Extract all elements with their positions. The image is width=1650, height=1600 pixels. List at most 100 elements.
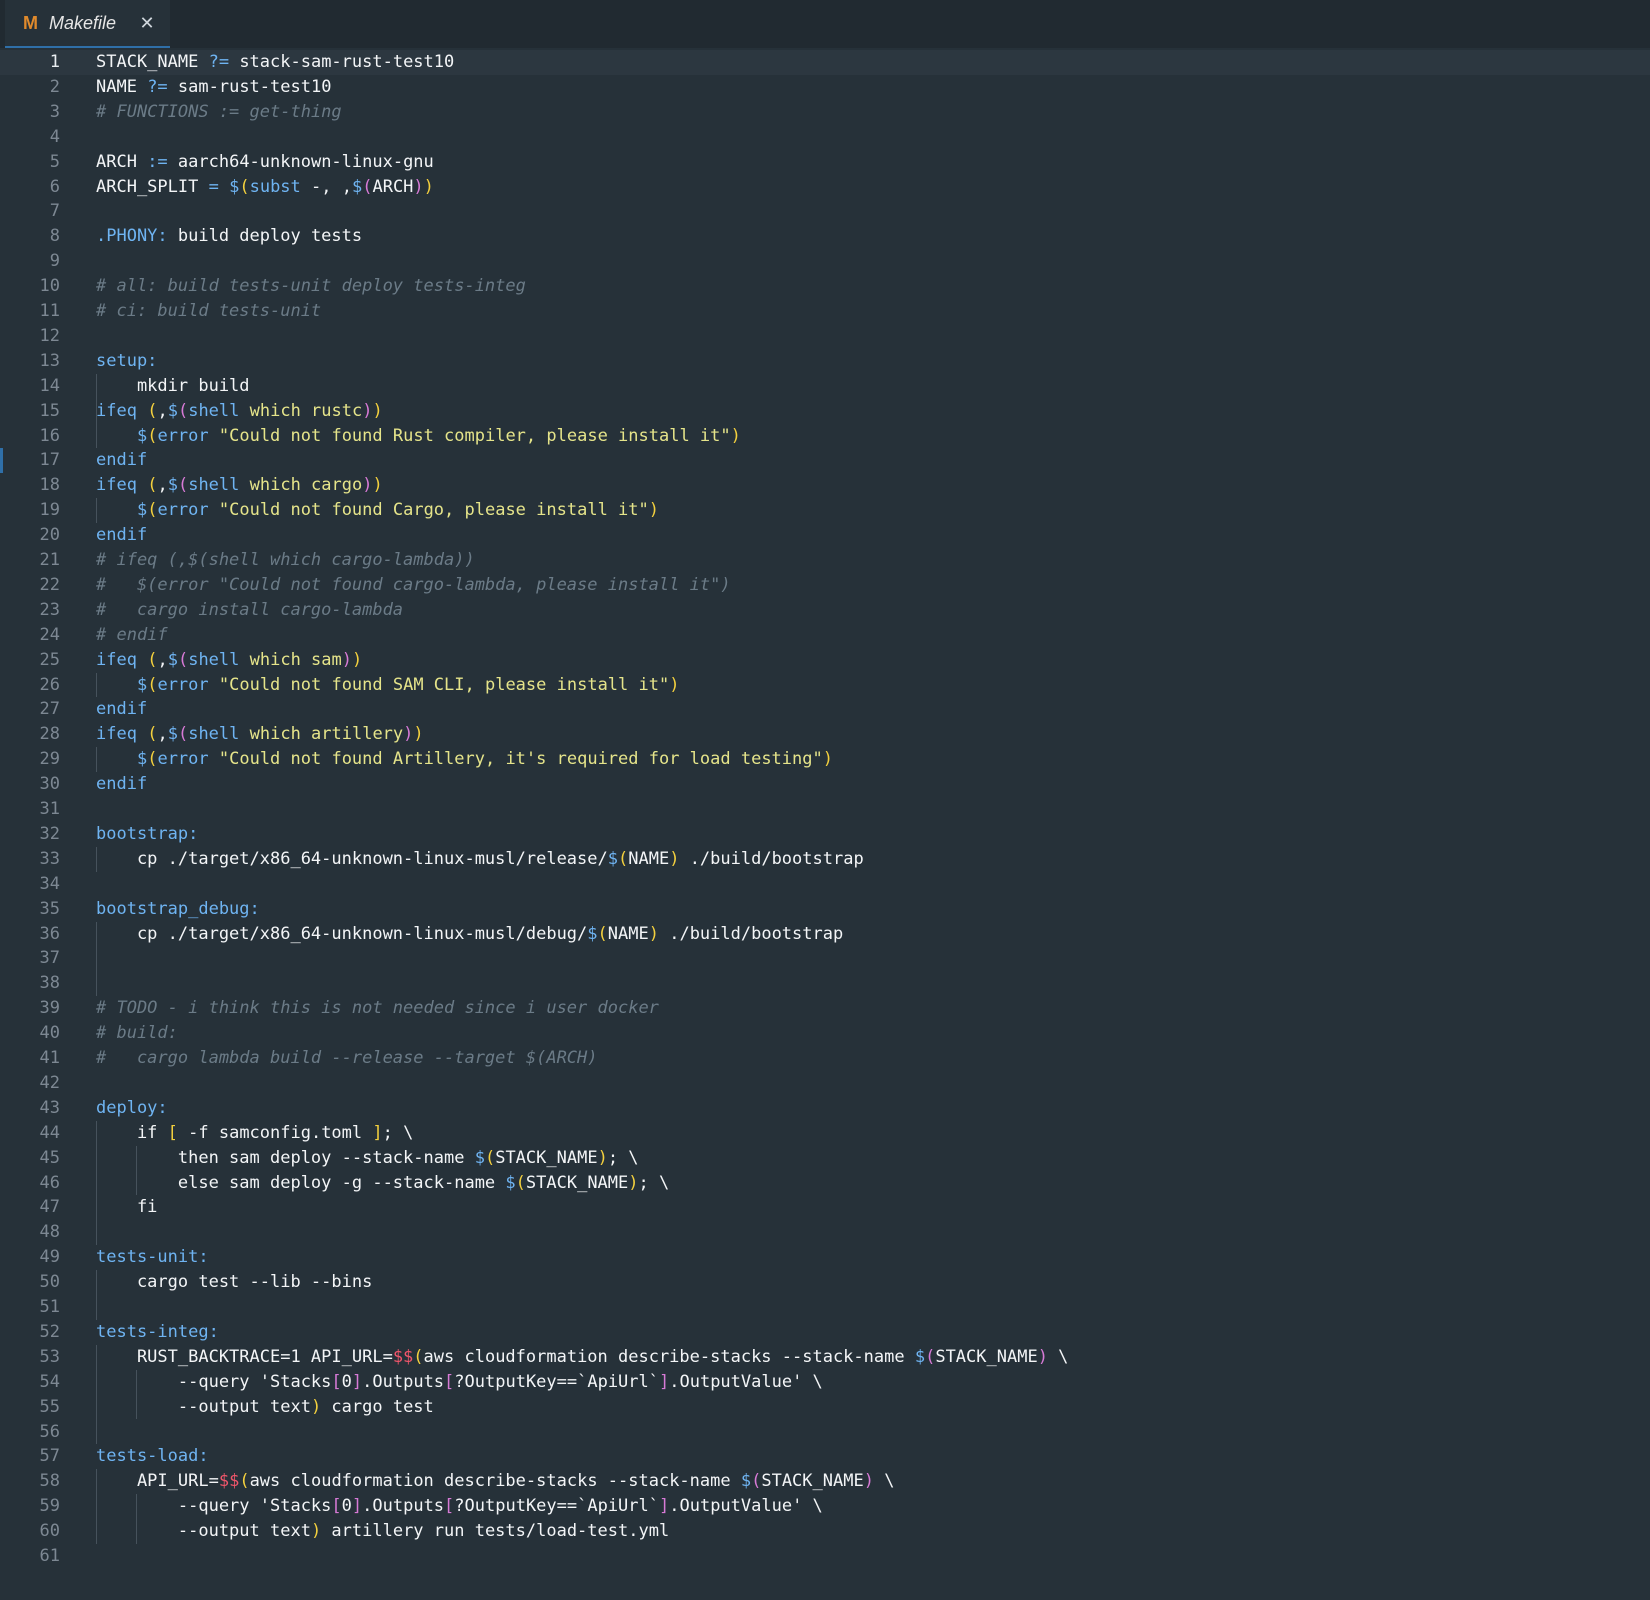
code-text: bootstrap: [96,823,199,844]
code-line[interactable]: 9 [0,249,1650,274]
code-line[interactable]: 27 endif [0,697,1650,722]
code-line[interactable]: 4 [0,125,1650,150]
line-number: 13 [39,350,60,371]
code-line[interactable]: 21 # ifeq (,$(shell which cargo-lambda)) [0,548,1650,573]
code-text: API_URL=$$(aws cloudformation describe-s… [96,1471,895,1492]
code-text: # all: build tests-unit deploy tests-int… [96,276,526,297]
code-line[interactable]: 5 ARCH := aarch64-unknown-linux-gnu [0,150,1650,175]
code-text: # TODO - i think this is not needed sinc… [96,998,659,1019]
code-line[interactable]: 18 ifeq (,$(shell which cargo)) [0,473,1650,498]
code-line[interactable]: 33 cp ./target/x86_64-unknown-linux-musl… [0,847,1650,872]
code-line[interactable]: 7 [0,199,1650,224]
code-line[interactable]: 60 --output text) artillery run tests/lo… [0,1519,1650,1544]
line-number: 12 [39,325,60,346]
code-text: STACK_NAME ?= stack-sam-rust-test10 [96,52,455,72]
line-number: 32 [39,823,60,844]
code-text: cargo test --lib --bins [96,1272,373,1293]
code-line[interactable]: 42 [0,1071,1650,1096]
close-icon[interactable]: ✕ [136,13,158,35]
code-line[interactable]: 43 deploy: [0,1096,1650,1121]
code-line[interactable]: 8 .PHONY: build deploy tests [0,224,1650,249]
line-number: 30 [39,774,60,795]
code-line[interactable]: 45 then sam deploy --stack-name $(STACK_… [0,1146,1650,1171]
line-number: 19 [39,500,60,521]
code-text: if [ -f samconfig.toml ]; \ [96,1122,414,1143]
code-line[interactable]: 15 ifeq (,$(shell which rustc)) [0,399,1650,424]
code-line[interactable]: 47 fi [0,1195,1650,1220]
code-line[interactable]: 28 ifeq (,$(shell which artillery)) [0,722,1650,747]
code-line[interactable]: 46 else sam deploy -g --stack-name $(STA… [0,1171,1650,1196]
line-number: 51 [39,1297,60,1317]
code-line[interactable]: 11 # ci: build tests-unit [0,299,1650,324]
code-line[interactable]: 53 RUST_BACKTRACE=1 API_URL=$$(aws cloud… [0,1345,1650,1370]
code-line[interactable]: 54 --query 'Stacks[0].Outputs[?OutputKey… [0,1370,1650,1395]
code-line[interactable]: 24 # endif [0,623,1650,648]
line-number: 2 [49,76,60,97]
code-line[interactable]: 59 --query 'Stacks[0].Outputs[?OutputKey… [0,1494,1650,1519]
line-number: 20 [39,525,60,546]
code-line[interactable]: 50 cargo test --lib --bins [0,1270,1650,1295]
code-line[interactable]: 14 mkdir build [0,374,1650,399]
code-line[interactable]: 56 [0,1420,1650,1445]
code-line[interactable]: 49 tests-unit: [0,1245,1650,1270]
tab-makefile[interactable]: M Makefile ✕ [5,0,170,48]
code-text: endif [96,774,148,795]
line-number: 53 [39,1346,60,1367]
code-text: fi [96,1197,158,1218]
code-line[interactable]: 3 # FUNCTIONS := get-thing [0,100,1650,125]
code-text: ifeq (,$(shell which rustc)) [96,400,383,421]
code-line[interactable]: 39 # TODO - i think this is not needed si… [0,996,1650,1021]
code-text: # $(error "Could not found cargo-lambda,… [96,574,731,595]
code-line[interactable]: 26 $(error "Could not found SAM CLI, ple… [0,673,1650,698]
line-number: 28 [39,724,60,745]
code-line[interactable]: 58 API_URL=$$(aws cloudformation describ… [0,1469,1650,1494]
code-line[interactable]: 61 [0,1544,1650,1569]
indent-guide [136,1369,137,1420]
code-line[interactable]: 32 bootstrap: [0,822,1650,847]
code-line[interactable]: 10 # all: build tests-unit deploy tests-i… [0,274,1650,299]
code-line[interactable]: 37 [0,946,1650,971]
line-number: 38 [39,973,60,994]
code-line[interactable]: 13 setup: [0,349,1650,374]
code-line[interactable]: 19 $(error "Could not found Cargo, pleas… [0,498,1650,523]
code-line[interactable]: 30 endif [0,772,1650,797]
code-text: --output text) artillery run tests/load-… [96,1521,670,1542]
code-text: bootstrap_debug: [96,898,260,919]
code-editor[interactable]: 1 STACK_NAME ?= stack-sam-rust-test10 2 NAM… [0,48,1650,1600]
line-number: 8 [49,226,60,247]
code-line[interactable]: 1 STACK_NAME ?= stack-sam-rust-test10 [0,50,1650,75]
code-line[interactable]: 12 [0,324,1650,349]
code-line[interactable]: 25 ifeq (,$(shell which sam)) [0,648,1650,673]
code-line[interactable]: 36 cp ./target/x86_64-unknown-linux-musl… [0,922,1650,947]
code-line[interactable]: 20 endif [0,523,1650,548]
code-line[interactable]: 57 tests-load: [0,1444,1650,1469]
line-number: 4 [49,126,60,147]
code-line[interactable]: 17 endif [0,448,1650,473]
code-line[interactable]: 44 if [ -f samconfig.toml ]; \ [0,1121,1650,1146]
code-line[interactable]: 29 $(error "Could not found Artillery, i… [0,747,1650,772]
line-number: 48 [39,1222,60,1243]
code-line[interactable]: 51 [0,1295,1650,1320]
code-line[interactable]: 41 # cargo lambda build --release --targe… [0,1046,1650,1071]
code-text: $(error "Could not found Cargo, please i… [136,500,659,521]
code-line[interactable]: 34 [0,872,1650,897]
code-line[interactable]: 22 # $(error "Could not found cargo-lambd… [0,573,1650,598]
code-line[interactable]: 38 [0,971,1650,996]
code-text: # ci: build tests-unit [96,301,322,321]
code-line[interactable]: 52 tests-integ: [0,1320,1650,1345]
code-line[interactable]: 23 # cargo install cargo-lambda [0,598,1650,623]
code-text: mkdir build [96,375,250,396]
code-line[interactable]: 31 [0,797,1650,822]
code-line[interactable]: 55 --output text) cargo test [0,1395,1650,1420]
indent-guide [96,498,97,524]
code-line[interactable]: 6 ARCH_SPLIT = $(subst -, ,$(ARCH)) [0,175,1650,200]
code-line[interactable]: 35 bootstrap_debug: [0,897,1650,922]
line-number: 46 [39,1172,60,1193]
code-line[interactable]: 48 [0,1220,1650,1245]
code-line[interactable]: 40 # build: [0,1021,1650,1046]
code-line[interactable]: 16 $(error "Could not found Rust compile… [0,424,1650,449]
code-line[interactable]: 2 NAME ?= sam-rust-test10 [0,75,1650,100]
code-text: endif [96,525,148,546]
code-text: $(error "Could not found Rust compiler, … [136,425,741,446]
line-number: 11 [39,301,60,321]
